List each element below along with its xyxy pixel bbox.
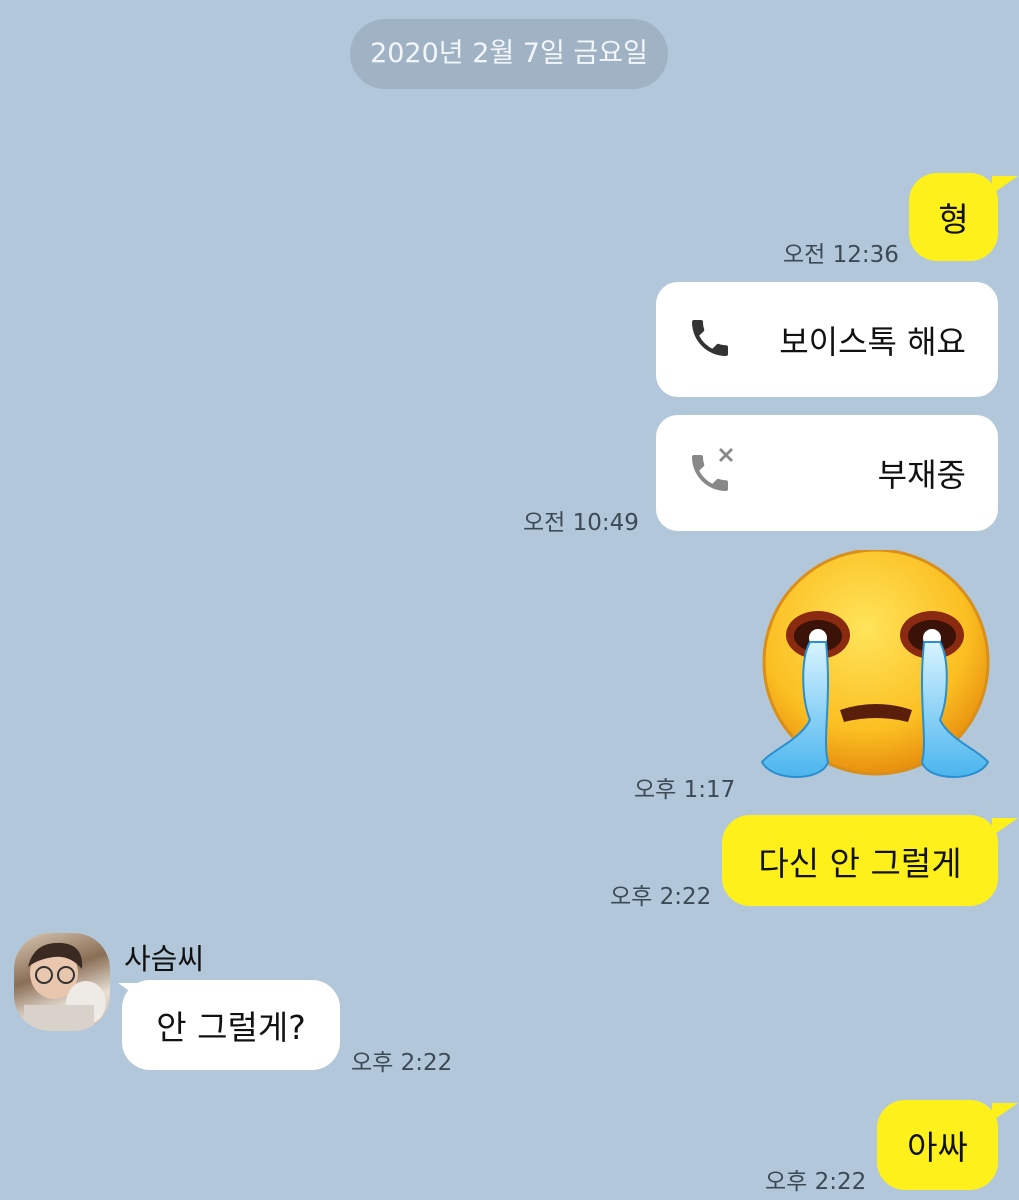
- phone-icon: [686, 314, 734, 366]
- message-text: 다신 안 그럴게: [758, 843, 962, 883]
- bubble-tail: [992, 176, 1018, 194]
- bubble-tail: [118, 983, 144, 1001]
- message-text: 안 그럴게?: [156, 1008, 306, 1047]
- message-time: 오후 2:22: [351, 1050, 453, 1076]
- avatar[interactable]: [14, 933, 110, 1031]
- missed-call-card[interactable]: 부재중: [656, 415, 998, 531]
- crying-face-emoticon[interactable]: [752, 548, 1000, 785]
- missed-call-icon: [686, 445, 738, 501]
- bubble-tail: [992, 818, 1018, 836]
- call-label: 보이스톡 해요: [779, 322, 966, 361]
- message-time: 오전 12:36: [783, 242, 899, 268]
- voicetalk-card[interactable]: 보이스톡 해요: [656, 282, 998, 397]
- bubble-tail: [992, 1103, 1018, 1121]
- my-message-bubble[interactable]: 형: [909, 173, 998, 261]
- message-text: 아싸: [907, 1128, 968, 1167]
- message-time: 오후 2:22: [610, 884, 712, 910]
- message-time: 오전 10:49: [523, 510, 639, 536]
- my-message-bubble[interactable]: 다신 안 그럴게: [722, 815, 998, 906]
- date-divider: 2020년 2월 7일 금요일: [350, 19, 668, 89]
- my-message-bubble[interactable]: 아싸: [877, 1100, 998, 1190]
- message-text: 형: [938, 200, 969, 239]
- call-label: 부재중: [877, 456, 966, 494]
- message-time: 오후 2:22: [765, 1169, 867, 1195]
- message-time: 오후 1:17: [634, 777, 736, 803]
- sender-name: 사슴씨: [124, 942, 205, 976]
- received-message-bubble[interactable]: 안 그럴게?: [122, 980, 340, 1070]
